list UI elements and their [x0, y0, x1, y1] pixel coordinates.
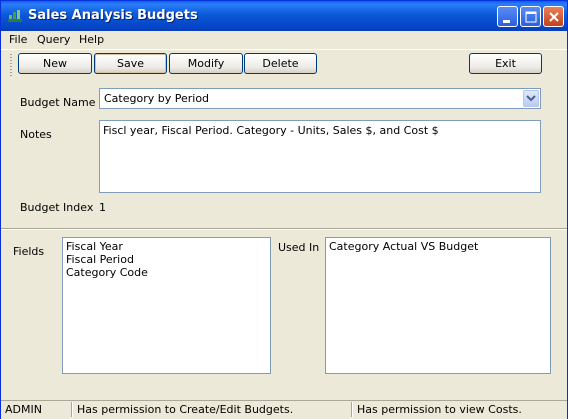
used-in-label: Used In: [278, 241, 320, 254]
budget-name-value: Category by Period: [104, 92, 210, 105]
menu-file[interactable]: File: [9, 33, 27, 46]
minimize-icon: [503, 20, 510, 23]
list-item[interactable]: Fiscal Year: [63, 240, 270, 253]
notes-label: Notes: [20, 128, 52, 141]
fields-list[interactable]: Fiscal Year Fiscal Period Category Code: [62, 237, 271, 374]
notes-text: Fiscl year, Fiscal Period. Category - Un…: [103, 124, 439, 137]
main-window: Sales Analysis Budgets File Query Help N…: [0, 0, 568, 419]
close-button[interactable]: [543, 6, 564, 27]
minimize-button[interactable]: [497, 6, 518, 27]
list-item[interactable]: Fiscal Period: [63, 253, 270, 266]
section-divider: [1, 228, 567, 230]
list-item[interactable]: Category Code: [63, 266, 270, 279]
modify-button[interactable]: Modify: [169, 53, 243, 74]
exit-button[interactable]: Exit: [469, 53, 542, 74]
menu-bar: File Query Help: [1, 31, 567, 49]
budget-name-label: Budget Name: [20, 96, 96, 109]
status-divider: [71, 402, 73, 417]
maximize-button[interactable]: [520, 6, 541, 27]
status-user: ADMIN: [5, 403, 42, 416]
title-bar[interactable]: Sales Analysis Budgets: [1, 1, 567, 31]
save-button[interactable]: Save: [94, 53, 167, 74]
used-in-list[interactable]: Category Actual VS Budget: [325, 237, 551, 374]
close-icon: [549, 12, 559, 22]
delete-button[interactable]: Delete: [244, 53, 317, 74]
maximize-icon: [525, 11, 537, 23]
list-item[interactable]: Category Actual VS Budget: [326, 240, 550, 253]
budget-name-dropdown[interactable]: Category by Period: [99, 88, 541, 109]
budget-index-value: 1: [99, 201, 106, 214]
window-title: Sales Analysis Budgets: [28, 8, 198, 23]
status-bar: ADMIN Has permission to Create/Edit Budg…: [1, 400, 567, 419]
status-permission-budgets: Has permission to Create/Edit Budgets.: [77, 403, 294, 416]
menu-help[interactable]: Help: [79, 33, 104, 46]
dropdown-button[interactable]: [523, 90, 539, 107]
toolbar: New Save Modify Delete Exit: [1, 49, 567, 80]
chevron-down-icon: [526, 95, 536, 102]
notes-textarea[interactable]: Fiscl year, Fiscal Period. Category - Un…: [99, 120, 541, 193]
status-divider: [351, 402, 353, 417]
menu-query[interactable]: Query: [37, 33, 70, 46]
app-icon: [8, 10, 22, 22]
fields-label: Fields: [13, 245, 45, 258]
toolbar-grip[interactable]: [10, 54, 12, 76]
status-permission-costs: Has permission to view Costs.: [357, 403, 522, 416]
budget-index-label: Budget Index: [20, 201, 94, 214]
new-button[interactable]: New: [18, 53, 92, 74]
